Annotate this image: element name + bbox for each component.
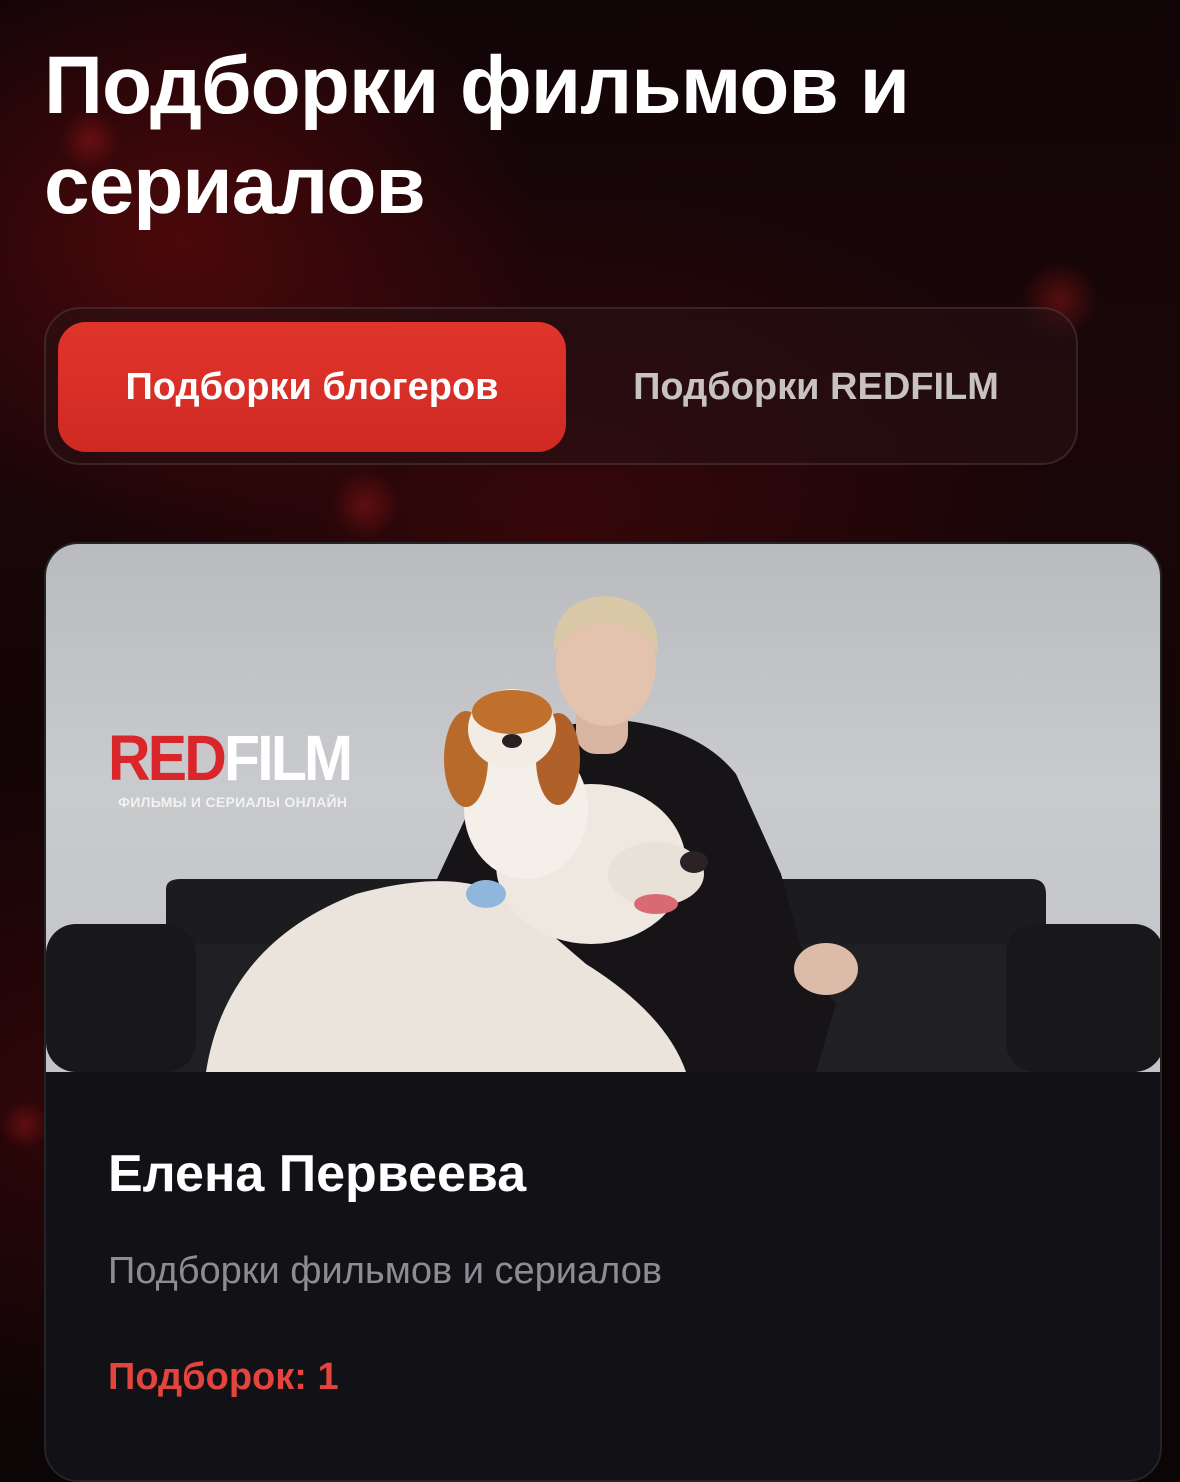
logo-red-part: RED: [108, 722, 227, 794]
blogger-collection-card[interactable]: REDFILM ФИЛЬМЫ И СЕРИАЛЫ ОНЛАЙН Елена Пе…: [44, 542, 1162, 1482]
white-dog-nose: [680, 851, 708, 873]
logo-tagline: ФИЛЬМЫ И СЕРИАЛЫ ОНЛАЙН: [118, 794, 348, 810]
blogger-name[interactable]: Елена Первеева: [108, 1144, 526, 1204]
spaniel-patch: [472, 690, 552, 734]
bokeh-light: [0, 1100, 50, 1150]
collection-type-tabs: Подборки блогеров Подборки REDFILM: [44, 307, 1078, 465]
tab-blogger-collections[interactable]: Подборки блогеров: [58, 322, 566, 452]
logo-white-part: FILM: [224, 722, 353, 794]
redfilm-logo: REDFILM ФИЛЬМЫ И СЕРИАЛЫ ОНЛАЙН: [108, 726, 388, 810]
spaniel-nose: [502, 734, 522, 748]
bokeh-light: [330, 470, 400, 540]
tab-redfilm-collections[interactable]: Подборки REDFILM: [566, 322, 1066, 452]
collection-count: Подборок: 1: [108, 1356, 339, 1398]
dog-bandana: [466, 880, 506, 908]
blogger-photo[interactable]: REDFILM ФИЛЬМЫ И СЕРИАЛЫ ОНЛАЙН: [46, 544, 1160, 1072]
white-dog-tongue: [634, 894, 678, 914]
sofa-arm-right: [1006, 924, 1160, 1072]
card-description: Подборки фильмов и сериалов: [108, 1250, 663, 1292]
page-title: Подборки фильмов и сериалов: [44, 40, 910, 231]
sofa-arm-left: [46, 924, 196, 1072]
woman-hand-right: [794, 943, 858, 995]
